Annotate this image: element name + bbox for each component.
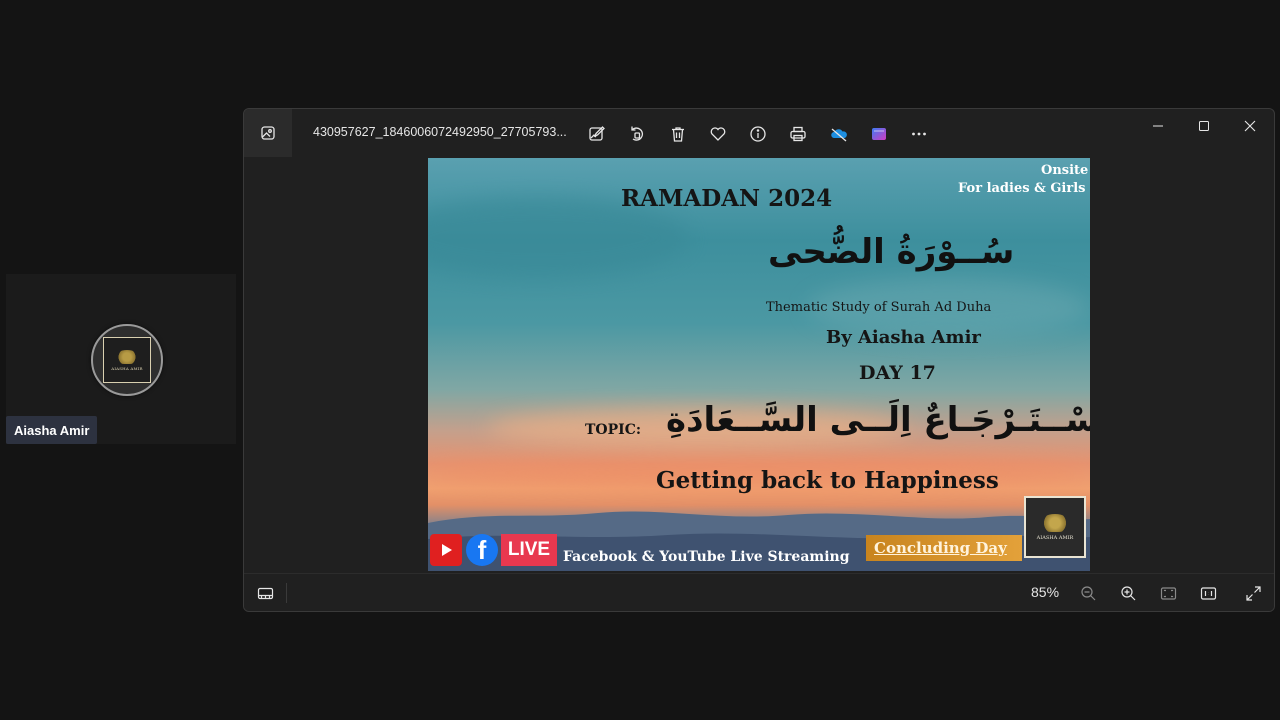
bottom-bar: 85% xyxy=(244,573,1274,611)
topic-arabic: اِسْــتَـرْجَـاعٌ اِلَــى السَّــعَادَةِ xyxy=(666,400,1090,440)
print-icon[interactable] xyxy=(787,123,809,145)
facebook-glyph: f xyxy=(477,535,487,565)
topic-label: TOPIC: xyxy=(585,422,641,438)
filmstrip-icon[interactable] xyxy=(254,583,276,603)
tree-icon xyxy=(115,349,139,364)
zoom-level[interactable]: 85% xyxy=(1031,584,1059,600)
logo-caption: AIASHA AMIR xyxy=(1036,534,1074,541)
title-bar: 430957627_1846006072492950_27705793... xyxy=(244,109,1274,157)
photos-app-icon[interactable] xyxy=(244,109,292,157)
zoom-in-icon[interactable] xyxy=(1117,583,1139,603)
poster-subtitle: Thematic Study of Surah Ad Duha xyxy=(766,300,992,315)
avatar: AIASHA AMIR xyxy=(91,324,163,396)
divider xyxy=(286,583,287,603)
photo-viewer-window: 430957627_1846006072492950_27705793... O… xyxy=(243,108,1275,612)
streaming-label: Facebook & YouTube Live Streaming xyxy=(563,549,850,565)
actual-size-icon[interactable] xyxy=(1197,583,1219,603)
live-badge: LIVE xyxy=(501,534,557,566)
topic-english: Getting back to Happiness xyxy=(656,467,999,494)
edit-image-icon[interactable] xyxy=(586,123,608,145)
facebook-icon: f xyxy=(466,534,498,566)
day-label: DAY 17 xyxy=(859,362,936,384)
fullscreen-icon[interactable] xyxy=(1242,583,1264,603)
onedrive-icon[interactable] xyxy=(828,123,850,145)
more-icon[interactable] xyxy=(908,123,930,145)
delete-icon[interactable] xyxy=(667,123,689,145)
fit-to-window-icon[interactable] xyxy=(1157,583,1179,603)
poster-title: RAMADAN 2024 xyxy=(621,185,833,212)
heart-icon[interactable] xyxy=(707,123,729,145)
surah-title-arabic: سُــوْرَةُ الضُّحى xyxy=(768,232,1015,272)
clipchamp-icon[interactable] xyxy=(868,123,890,145)
avatar-caption: AIASHA AMIR xyxy=(111,365,143,371)
rotate-icon[interactable] xyxy=(626,123,648,145)
audience-label: For ladies & Girls xyxy=(958,181,1086,196)
participant-name: Aiasha Amir xyxy=(6,416,98,444)
poster-image: Onsite For ladies & Girls RAMADAN 2024 س… xyxy=(428,158,1090,571)
brand-logo: AIASHA AMIR xyxy=(1024,496,1086,558)
concluding-day-banner: Concluding Day xyxy=(866,535,1022,561)
avatar-logo: AIASHA AMIR xyxy=(103,337,151,383)
onsite-label: Onsite xyxy=(1041,163,1089,178)
author-line: By Aiasha Amir xyxy=(826,327,981,348)
tree-icon xyxy=(1040,513,1070,532)
minimize-button[interactable] xyxy=(1140,115,1176,137)
maximize-button[interactable] xyxy=(1186,115,1222,137)
info-icon[interactable] xyxy=(747,123,769,145)
youtube-icon xyxy=(430,534,462,566)
participant-tile[interactable]: AIASHA AMIR Aiasha Amir xyxy=(6,274,236,444)
file-name: 430957627_1846006072492950_27705793... xyxy=(313,125,567,139)
image-canvas[interactable]: Onsite For ladies & Girls RAMADAN 2024 س… xyxy=(244,157,1274,573)
close-button[interactable] xyxy=(1232,115,1268,137)
zoom-out-icon[interactable] xyxy=(1077,583,1099,603)
